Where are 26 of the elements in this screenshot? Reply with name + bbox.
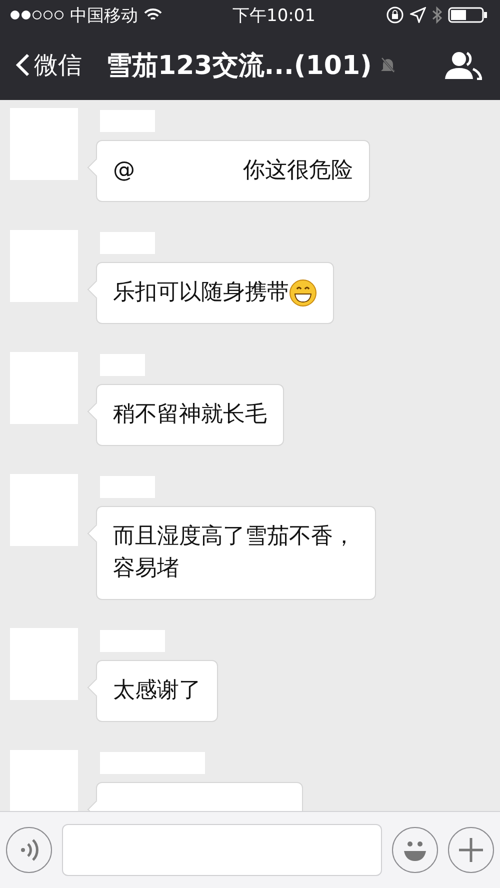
message-input-field[interactable] xyxy=(62,824,382,876)
avatar[interactable] xyxy=(10,750,78,811)
battery-icon xyxy=(448,6,488,24)
message-text: 稍不留神就长毛 xyxy=(113,401,267,429)
bluetooth-icon xyxy=(432,6,442,24)
message-text: 而且湿度高了雪茄不香，容易堵 xyxy=(113,523,356,583)
clock-time: 下午10:01 xyxy=(232,4,316,26)
signal-icon xyxy=(10,10,64,20)
message-text: @ xyxy=(113,157,135,185)
message-text: 乐扣可以随身携带 xyxy=(113,279,289,307)
message-text: 你这很危险 xyxy=(243,157,353,185)
plus-button[interactable] xyxy=(448,827,494,873)
back-button[interactable]: 微信 xyxy=(16,49,82,81)
voice-icon xyxy=(18,838,40,862)
wifi-icon xyxy=(144,8,162,22)
message-text: 太感谢了 xyxy=(113,677,201,705)
people-icon[interactable] xyxy=(444,50,482,80)
voice-button[interactable] xyxy=(6,827,52,873)
plus-icon xyxy=(458,837,484,863)
rotation-lock-icon xyxy=(386,6,404,24)
carrier-label: 中国移动 xyxy=(70,4,138,26)
chevron-left-icon xyxy=(16,53,30,77)
chat-title: 雪茄123交流...(101) xyxy=(106,50,372,82)
grin-emoji-icon xyxy=(289,279,317,307)
location-arrow-icon xyxy=(410,7,426,23)
emoji-button[interactable] xyxy=(392,827,438,873)
